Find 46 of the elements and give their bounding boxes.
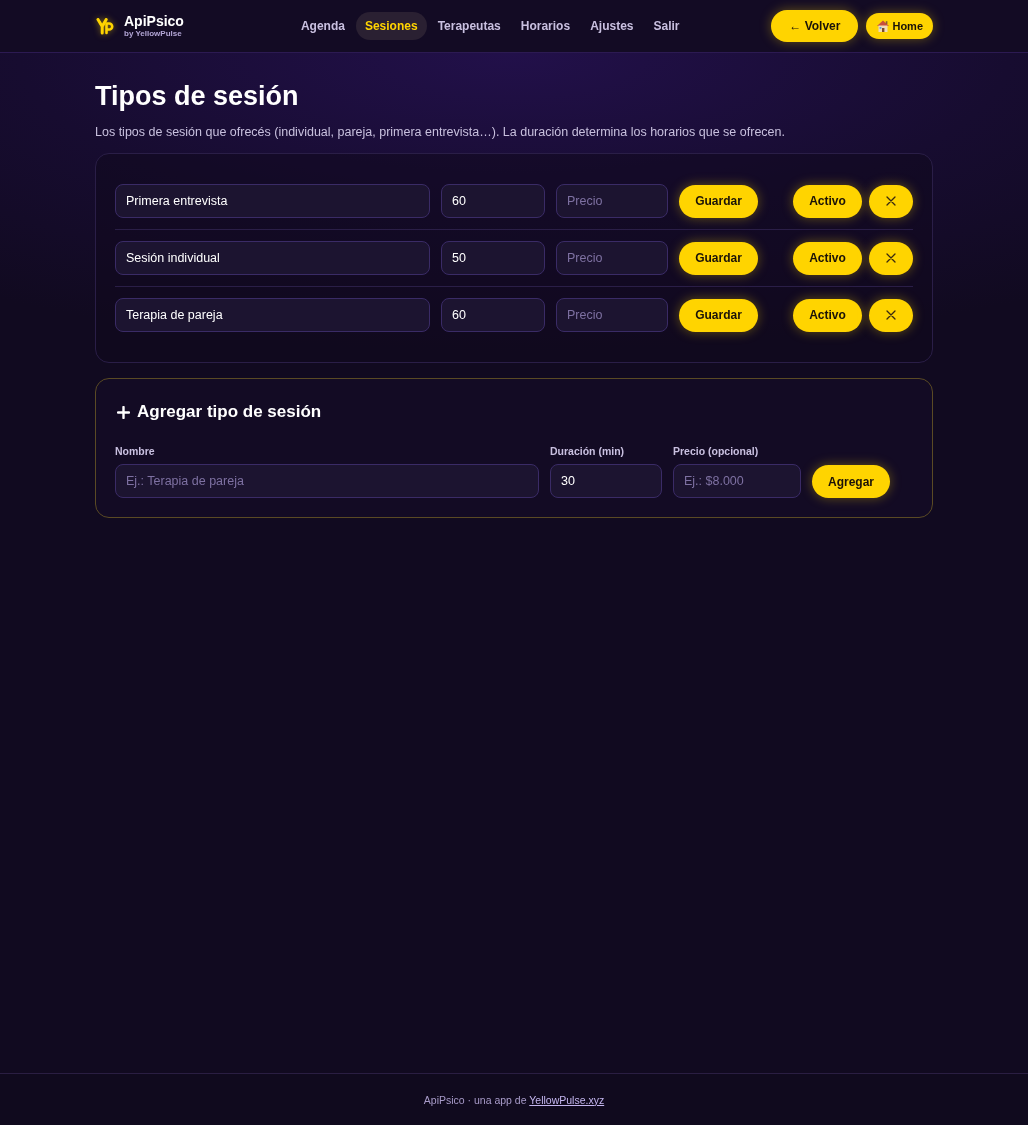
duration-field[interactable]: 50: [441, 241, 545, 275]
status-toggle[interactable]: Activo: [793, 184, 862, 218]
name-field[interactable]: Primera entrevista: [115, 184, 430, 218]
back-button[interactable]: ← Volver: [771, 10, 859, 42]
save-button[interactable]: Guardar: [679, 241, 758, 275]
delete-button[interactable]: [869, 241, 913, 275]
price-field[interactable]: Precio: [556, 241, 668, 275]
field-label: Duración (min): [550, 445, 626, 458]
logo-icon: [96, 17, 114, 35]
name-input[interactable]: Ej.: Terapia de pareja: [115, 464, 539, 498]
house-icon: [876, 19, 891, 33]
footer-text: ApiPsico · una app de YellowPulse.xyz: [423, 1093, 605, 1106]
status-toggle[interactable]: Activo: [793, 298, 862, 332]
price-field[interactable]: Precio: [556, 184, 668, 218]
section-title: Agregar tipo de sesión: [137, 401, 322, 423]
name-field[interactable]: Terapia de pareja: [115, 298, 430, 332]
page-title: Tipos de sesión: [95, 80, 300, 112]
delete-button[interactable]: [869, 298, 913, 332]
close-icon: [886, 310, 896, 320]
duration-field[interactable]: 60: [441, 298, 545, 332]
name-field[interactable]: Sesión individual: [115, 241, 430, 275]
app-name: ApiPsico: [124, 14, 184, 28]
duration-input[interactable]: 30: [550, 464, 662, 498]
close-icon: [886, 253, 896, 263]
nav-link[interactable]: Terapeutas: [428, 12, 510, 40]
save-button[interactable]: Guardar: [679, 184, 758, 218]
duration-field[interactable]: 60: [441, 184, 545, 218]
nav-link[interactable]: Horarios: [511, 12, 580, 40]
home-button[interactable]: Home: [866, 13, 933, 39]
footer-link[interactable]: YellowPulse.xyz: [529, 1093, 605, 1106]
app-subtitle: by YellowPulse: [124, 30, 183, 38]
delete-button[interactable]: [869, 184, 913, 218]
nav-link[interactable]: Sesiones: [355, 12, 427, 40]
add-button[interactable]: Agregar: [812, 465, 890, 498]
nav-link[interactable]: Agenda: [291, 12, 354, 40]
field-label: Precio (opcional): [673, 445, 760, 458]
save-button[interactable]: Guardar: [679, 298, 758, 332]
field-label: Nombre: [115, 445, 156, 458]
price-input[interactable]: Ej.: $8.000: [673, 464, 801, 498]
nav-link[interactable]: Salir: [644, 12, 689, 40]
close-icon: [886, 196, 896, 206]
price-field[interactable]: Precio: [556, 298, 668, 332]
page-description: Los tipos de sesión que ofrecés (individual, pareja, primera entrevista…). La duración determina los horarios que se ofrecen.: [95, 124, 786, 141]
nav-link[interactable]: Ajustes: [581, 12, 643, 40]
status-toggle[interactable]: Activo: [793, 241, 862, 275]
plus-icon: [117, 405, 130, 419]
